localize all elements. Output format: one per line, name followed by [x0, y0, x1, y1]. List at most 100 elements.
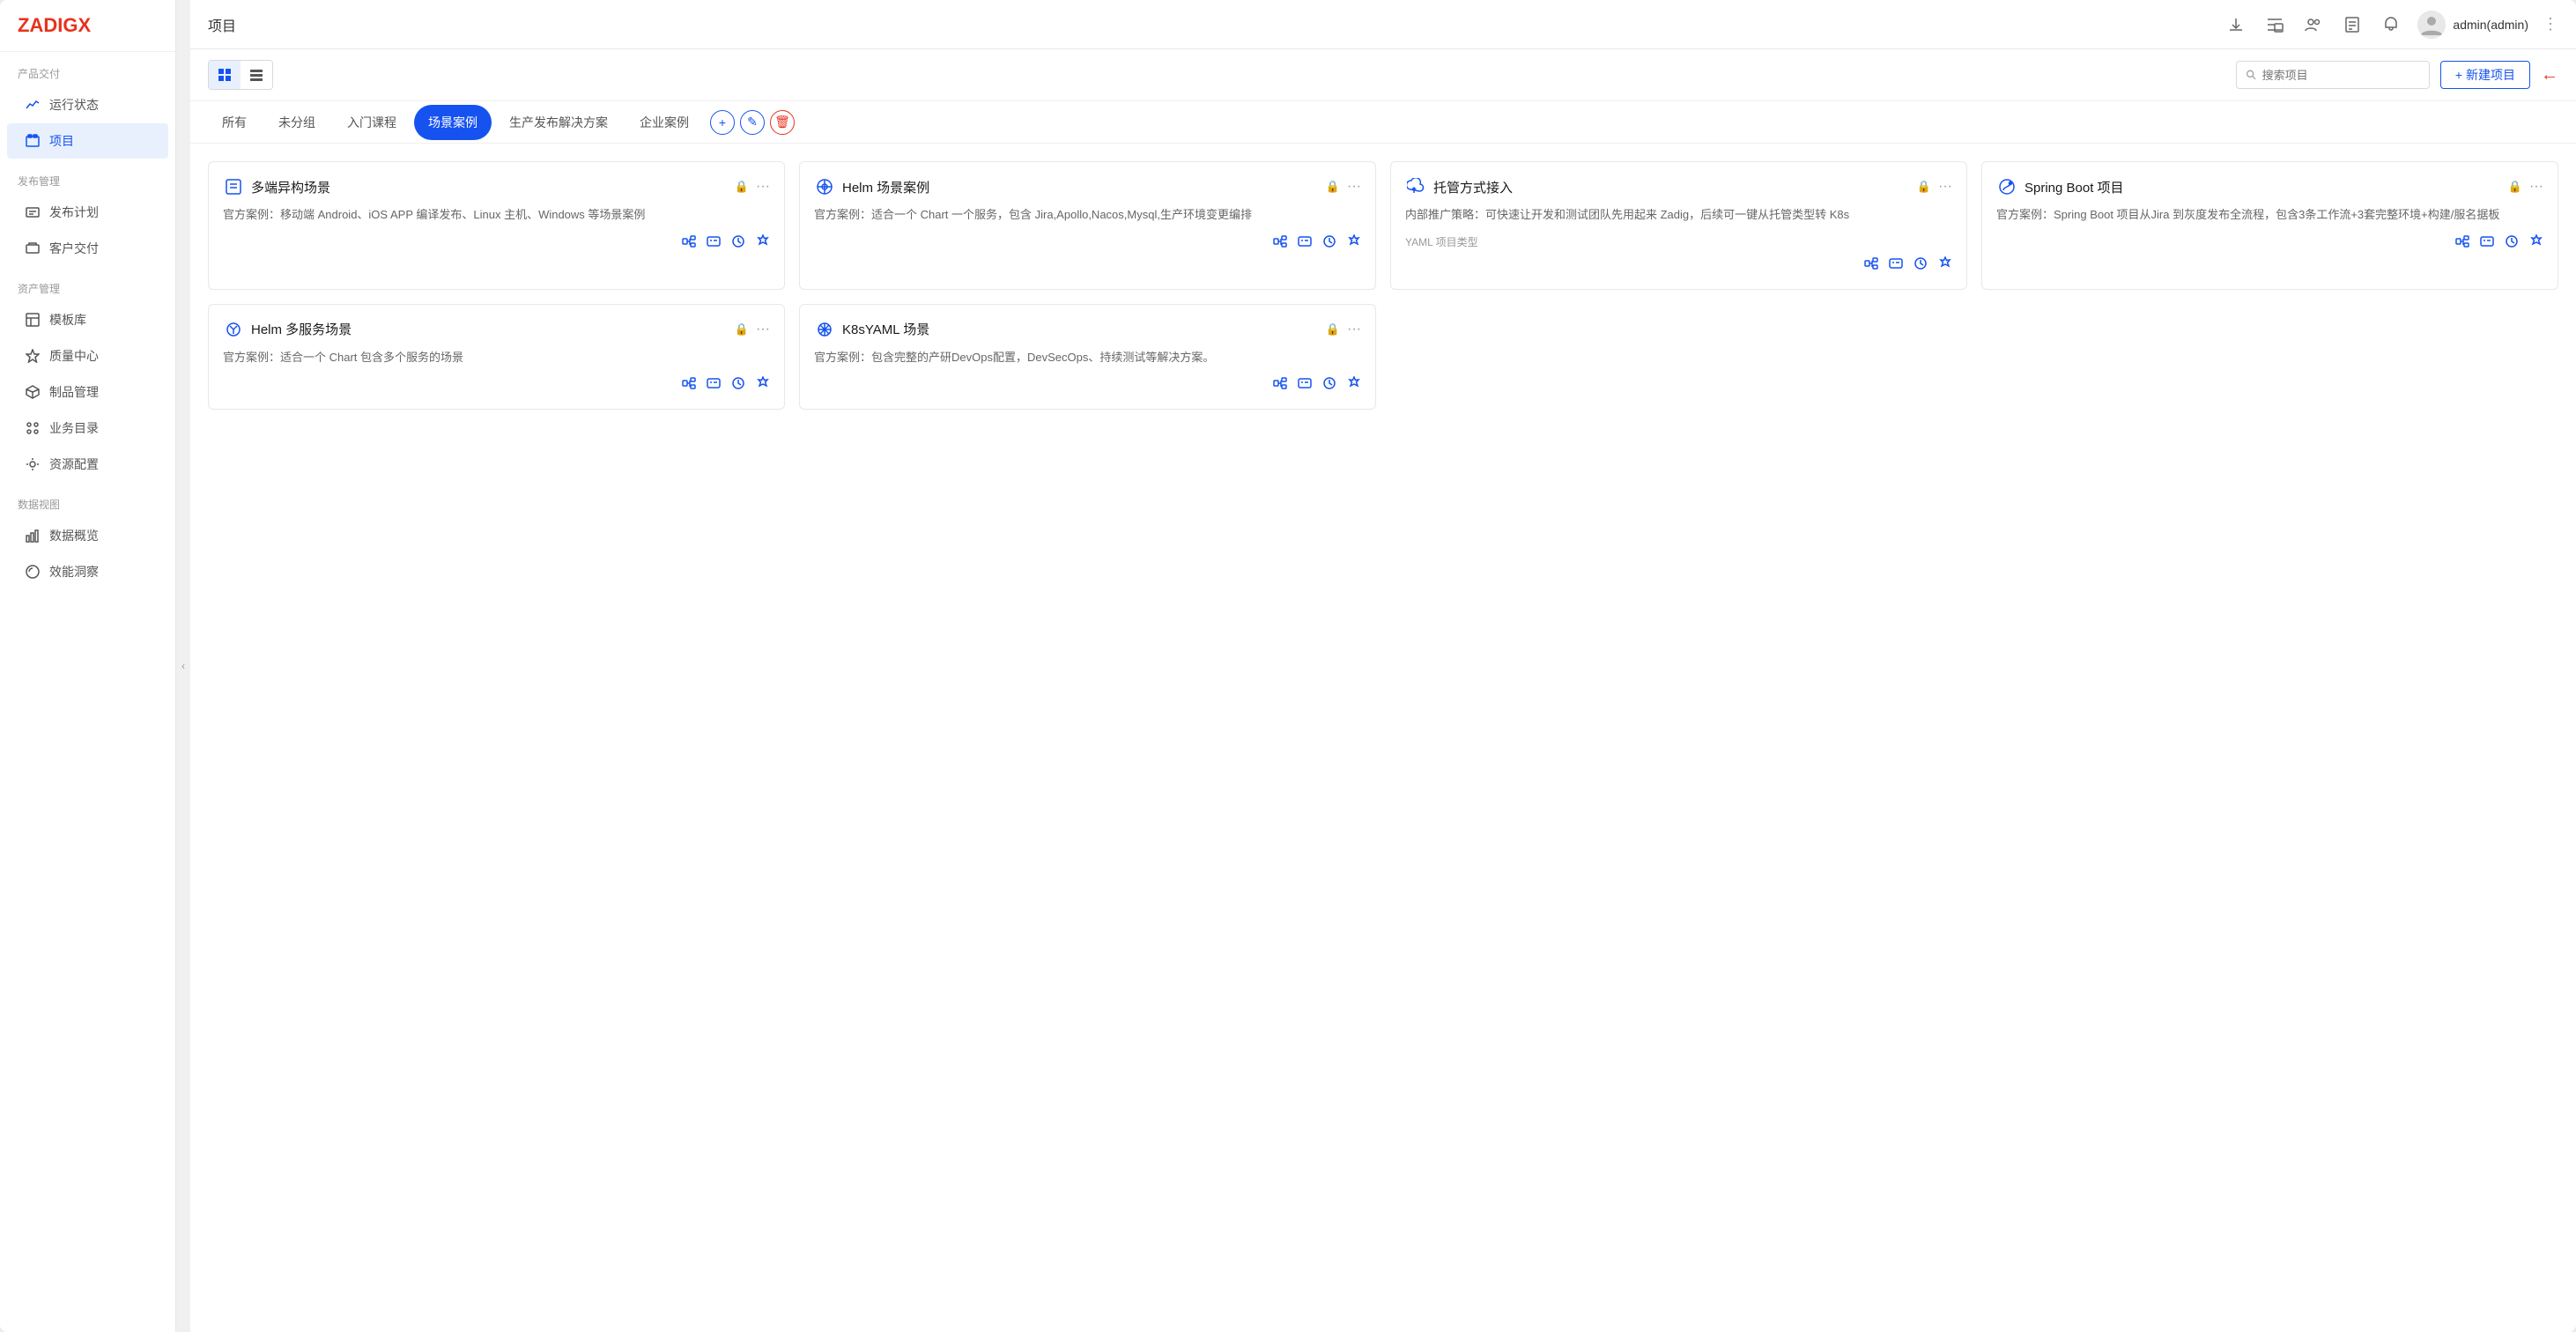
section-label-publish: 发布管理 — [0, 159, 175, 194]
card-more-3[interactable]: ··· — [2529, 179, 2543, 195]
sidebar-item-kehu[interactable]: 客户交付 — [7, 231, 168, 266]
env-icon-0[interactable] — [707, 234, 721, 253]
sidebar-collapse-button[interactable]: ‹ — [176, 0, 190, 1332]
card-header-helm-multi: Helm 多服务场景 🔒 ··· — [223, 319, 770, 340]
tab-intro[interactable]: 入门课程 — [333, 105, 411, 140]
sidebar-item-label-fabu: 发布计划 — [49, 204, 99, 221]
catalog-icon — [25, 420, 41, 436]
tab-scene[interactable]: 场景案例 — [414, 105, 492, 140]
card-more-4[interactable]: ··· — [756, 322, 770, 337]
tab-ungrouped[interactable]: 未分组 — [264, 105, 329, 140]
config-icon-5[interactable] — [1347, 376, 1361, 395]
workflow-icon-1[interactable] — [1273, 234, 1287, 253]
card-more-2[interactable]: ··· — [1938, 179, 1952, 195]
cloud-icon — [1405, 176, 1426, 197]
page-title: 项目 — [208, 14, 2213, 35]
service-icon-3[interactable] — [2505, 234, 2519, 253]
sidebar-item-label-zhipin: 制品管理 — [49, 383, 99, 401]
quality-icon — [25, 348, 41, 364]
tab-delete-button[interactable]: 🗑 — [770, 110, 795, 135]
card-title-helm-scene: Helm 场景案例 — [842, 178, 1319, 196]
config-icon-1[interactable] — [1347, 234, 1361, 253]
service-icon-2[interactable] — [1913, 256, 1928, 275]
tabs-bar: 所有 未分组 入门课程 场景案例 生产发布解决方案 企业案例 + ✎ 🗑 — [190, 101, 2576, 144]
config-icon-4[interactable] — [756, 376, 770, 395]
project-card-hosted-access[interactable]: 托管方式接入 🔒 ··· 内部推广策略：可快速让开发和测试团队先用起来 Zadi… — [1390, 161, 1967, 290]
bell-icon[interactable] — [2379, 12, 2403, 37]
list-view-button[interactable] — [241, 61, 272, 89]
sidebar-item-zhiliang[interactable]: 质量中心 — [7, 338, 168, 374]
new-project-button[interactable]: + 新建项目 — [2440, 61, 2530, 89]
user-menu[interactable]: admin(admin) — [2417, 11, 2528, 39]
template-icon — [25, 312, 41, 328]
config-icon-2[interactable] — [1938, 256, 1952, 275]
sidebar-item-yunxing[interactable]: 运行状态 — [7, 87, 168, 122]
sidebar-item-zhipin[interactable]: 制品管理 — [7, 374, 168, 410]
sidebar-item-label-yunxing: 运行状态 — [49, 96, 99, 114]
workflow-icon-5[interactable] — [1273, 376, 1287, 395]
download-icon[interactable] — [2224, 12, 2248, 37]
card-more-5[interactable]: ··· — [1347, 322, 1361, 337]
card-header-spring-boot: Spring Boot 项目 🔒 ··· — [1996, 176, 2543, 197]
workflow-icon-0[interactable] — [682, 234, 696, 253]
env-icon-1[interactable] — [1298, 234, 1312, 253]
header-more-button[interactable]: ⋮ — [2543, 15, 2558, 33]
search-input[interactable] — [2262, 69, 2420, 82]
app-container: ZADIGX 产品交付 运行状态 — [0, 0, 2576, 1332]
project-card-spring-boot[interactable]: Spring Boot 项目 🔒 ··· 官方案例：Spring Boot 项目… — [1981, 161, 2558, 290]
translate-icon[interactable] — [2262, 12, 2287, 37]
config-icon-3[interactable] — [2529, 234, 2543, 253]
card-tag-hosted-access: YAML 项目类型 — [1405, 234, 1952, 249]
helm-icon — [814, 176, 835, 197]
sidebar-item-yewu[interactable]: 业务目录 — [7, 411, 168, 446]
lock-icon-1: 🔒 — [1326, 180, 1340, 194]
sidebar-item-shuju[interactable]: 数据概览 — [7, 518, 168, 553]
tab-add-button[interactable]: + — [710, 110, 735, 135]
data-icon — [25, 528, 41, 544]
card-header-helm-scene: Helm 场景案例 🔒 ··· — [814, 176, 1361, 197]
sidebar-item-label-mubankua: 模板库 — [49, 311, 86, 329]
env-icon-2[interactable] — [1889, 256, 1903, 275]
sidebar-item-label-ziyuan: 资源配置 — [49, 455, 99, 473]
logo-black: ZADIG — [18, 14, 78, 36]
env-icon-5[interactable] — [1298, 376, 1312, 395]
tab-enterprise[interactable]: 企业案例 — [625, 105, 703, 140]
grid-view-button[interactable] — [209, 61, 241, 89]
workflow-icon-2[interactable] — [1864, 256, 1878, 275]
sidebar-item-fabu[interactable]: 发布计划 — [7, 195, 168, 230]
tab-edit-button[interactable]: ✎ — [740, 110, 765, 135]
resource-icon — [25, 456, 41, 472]
service-icon-5[interactable] — [1322, 376, 1336, 395]
card-more-0[interactable]: ··· — [756, 179, 770, 195]
search-icon — [2246, 69, 2257, 81]
tab-all[interactable]: 所有 — [208, 105, 261, 140]
docs-icon[interactable] — [2340, 12, 2365, 37]
spring-icon — [1996, 176, 2017, 197]
main-content: 项目 — [190, 0, 2576, 1332]
sidebar-item-ziyuan[interactable]: 资源配置 — [7, 447, 168, 482]
user-avatar — [2417, 11, 2446, 39]
card-header-hosted-access: 托管方式接入 🔒 ··· — [1405, 176, 1952, 197]
tab-release[interactable]: 生产发布解决方案 — [495, 105, 622, 140]
env-icon-3[interactable] — [2480, 234, 2494, 253]
project-card-k8s-yaml[interactable]: K8sYAML 场景 🔒 ··· 官方案例：包含完整的产研DevOps配置，De… — [799, 304, 1376, 411]
sidebar-item-mubankua[interactable]: 模板库 — [7, 302, 168, 337]
card-actions-5 — [814, 376, 1361, 395]
service-icon-4[interactable] — [731, 376, 745, 395]
project-card-multi-platform[interactable]: 多端异构场景 🔒 ··· 官方案例：移动端 Android、iOS APP 编译… — [208, 161, 785, 290]
project-card-helm-multi[interactable]: Helm 多服务场景 🔒 ··· 官方案例：适合一个 Chart 包含多个服务的… — [208, 304, 785, 411]
card-more-1[interactable]: ··· — [1347, 179, 1361, 195]
project-icon — [25, 133, 41, 149]
card-title-hosted-access: 托管方式接入 — [1433, 178, 1910, 196]
service-icon-0[interactable] — [731, 234, 745, 253]
env-icon-4[interactable] — [707, 376, 721, 395]
workflow-icon-4[interactable] — [682, 376, 696, 395]
service-icon-1[interactable] — [1322, 234, 1336, 253]
sidebar-item-xiangmu[interactable]: 项目 — [7, 123, 168, 159]
workflow-icon-3[interactable] — [2455, 234, 2469, 253]
config-icon-0[interactable] — [756, 234, 770, 253]
users-icon[interactable] — [2301, 12, 2326, 37]
sidebar-item-xiaoneng[interactable]: 效能洞察 — [7, 554, 168, 589]
project-card-helm-scene[interactable]: Helm 场景案例 🔒 ··· 官方案例：适合一个 Chart 一个服务，包含 … — [799, 161, 1376, 290]
card-actions-2 — [1405, 256, 1952, 275]
